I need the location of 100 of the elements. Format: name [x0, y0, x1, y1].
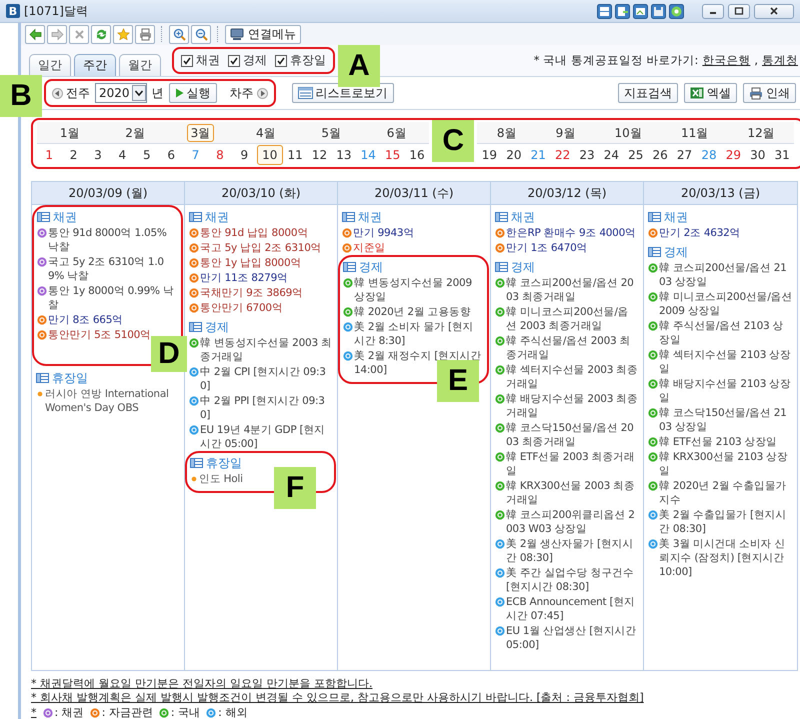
image-icon[interactable] — [633, 4, 648, 18]
day-link[interactable]: 9 — [232, 146, 257, 164]
checkbox[interactable] — [228, 54, 240, 66]
event-text[interactable]: 통안 1y 8000억 0.99% 낙찰 — [48, 284, 178, 312]
event-text[interactable]: 한은RP 환매수 9조 4000억 — [506, 226, 636, 240]
view-tab[interactable]: 월간 — [119, 54, 161, 76]
day-link[interactable]: 15 — [380, 146, 405, 164]
event-text[interactable]: 韓 섹터지수선물 2003 최종거래일 — [506, 363, 639, 391]
event-text[interactable]: 국고 5y 납입 2조 6310억 — [200, 241, 322, 255]
day-link[interactable]: 8 — [208, 146, 232, 164]
day-link[interactable]: 24 — [599, 146, 624, 164]
event-text[interactable]: 통안 91d 8000억 1.05% 낙찰 — [48, 226, 178, 254]
event-text[interactable]: 韓 코스피200선물/옵션 2003 최종거래일 — [506, 276, 639, 304]
event-text[interactable]: 韓 2020년 2월 고용동향 — [354, 305, 471, 319]
day-link[interactable]: 31 — [770, 146, 794, 164]
run-button[interactable]: 실행 — [168, 83, 217, 103]
day-link[interactable]: 20 — [502, 146, 526, 164]
save-icon[interactable] — [651, 4, 666, 18]
day-link[interactable]: 3 — [86, 146, 110, 164]
event-text[interactable]: 통안 91d 납입 8000억 — [200, 226, 308, 240]
list-view-button[interactable]: 리스트로보기 — [292, 83, 394, 103]
event-text[interactable]: 中 2월 PPI [현지시간 09:30] — [200, 394, 333, 422]
day-link[interactable]: 25 — [624, 146, 648, 164]
event-text[interactable]: 美 2월 소비자 물가 [현지시간 8:30] — [354, 320, 484, 348]
event-text[interactable]: 韓 KRX300선물 2003 최종거래일 — [506, 479, 639, 507]
month-link[interactable]: 9월 — [552, 124, 580, 142]
back-button[interactable] — [25, 24, 45, 44]
day-link[interactable]: 2 — [61, 146, 86, 164]
event-text[interactable]: 韓 변동성지수선물 2003 최종거래일 — [200, 336, 333, 364]
menu-button[interactable]: 연결메뉴 — [225, 24, 301, 44]
refresh-button[interactable] — [91, 24, 111, 44]
event-text[interactable]: 통안만기 5조 5100억 — [48, 328, 151, 342]
event-text[interactable]: EU 19년 4분기 GDP [현지시간 05:00] — [200, 423, 333, 451]
event-text[interactable]: 인도 Holi — [199, 472, 243, 486]
favorite-button[interactable] — [113, 24, 133, 44]
month-link[interactable]: 6월 — [382, 124, 410, 142]
event-text[interactable]: 韓 2020년 2월 수출입물가지수 — [659, 479, 793, 507]
day-link[interactable]: 16 — [404, 146, 430, 164]
event-text[interactable]: 美 2월 수출입물가 [현지시간 08:30] — [659, 508, 793, 536]
day-link[interactable]: 12 — [307, 146, 332, 164]
month-link[interactable]: 5월 — [317, 124, 345, 142]
checkbox[interactable] — [275, 54, 287, 66]
print-button[interactable] — [135, 24, 155, 44]
zoom-in-button[interactable] — [169, 24, 189, 44]
maximize-button[interactable] — [728, 4, 750, 18]
month-link[interactable]: 4월 — [252, 124, 280, 142]
month-link[interactable]: 8월 — [492, 124, 520, 142]
minimize-button[interactable] — [702, 4, 724, 18]
event-text[interactable]: 韓 배당지수선물 2103 상장일 — [659, 377, 793, 405]
day-link[interactable]: 6 — [158, 146, 184, 164]
day-link[interactable]: 1 — [37, 146, 62, 164]
view-tab[interactable]: 주간 — [74, 54, 116, 76]
event-text[interactable]: 韓 미니코스피200선물/옵션 2009 상장일 — [659, 290, 793, 318]
month-link[interactable]: 3월 — [186, 124, 214, 142]
event-text[interactable]: 만기 8조 665억 — [48, 313, 123, 327]
view-tab[interactable]: 일간 — [29, 54, 71, 76]
day-link[interactable]: 19 — [477, 146, 502, 164]
event-text[interactable]: 韓 변동성지수선물 2009 상장일 — [354, 276, 484, 304]
quick-link[interactable]: 한국은행 — [702, 53, 750, 68]
event-text[interactable]: 韓 ETF선물 2103 상장일 — [659, 435, 777, 449]
event-text[interactable]: 美 2월 생산자물가 [현지시간 08:30] — [506, 537, 639, 565]
event-text[interactable]: 韓 주식선물/옵션 2103 상장일 — [659, 319, 793, 347]
event-text[interactable]: 韓 KRX300선물 2103 상장일 — [659, 450, 793, 478]
event-text[interactable]: 韓 ETF선물 2003 최종거래일 — [506, 450, 639, 478]
day-link[interactable]: 4 — [110, 146, 135, 164]
event-text[interactable]: 韓 주식선물/옵션 2003 최종거래일 — [506, 334, 639, 362]
event-text[interactable]: 국채만기 9조 3869억 — [200, 286, 303, 300]
layout-icon[interactable] — [597, 4, 612, 18]
event-text[interactable]: 韓 코스닥150선물/옵션 2003 최종거래일 — [506, 421, 639, 449]
previous-week-button[interactable]: 전주 — [52, 84, 90, 102]
month-link[interactable]: 1월 — [56, 124, 84, 142]
day-link[interactable]: 13 — [332, 146, 356, 164]
event-text[interactable]: 韓 배당지수선물 2003 최종거래일 — [506, 392, 639, 420]
day-link[interactable]: 26 — [648, 146, 672, 164]
month-link[interactable]: 10월 — [610, 124, 646, 142]
dropdown-caret-icon[interactable] — [132, 85, 146, 101]
checkbox[interactable] — [181, 54, 193, 66]
event-text[interactable]: ECB Announcement [현지시간 07:45] — [506, 595, 639, 623]
day-link[interactable]: 22 — [550, 146, 575, 164]
event-text[interactable]: 만기 2조 4632억 — [659, 226, 740, 240]
day-link[interactable]: 11 — [282, 146, 308, 164]
close-button[interactable] — [754, 4, 794, 18]
year-select[interactable]: 2020 — [95, 83, 147, 103]
day-link[interactable]: 27 — [672, 146, 697, 164]
event-text[interactable]: 美 3월 미시건대 소비자 신뢰지수 (잠정치) [현지시간 10:00] — [659, 537, 793, 579]
event-text[interactable]: 만기 9943억 — [353, 226, 414, 240]
event-text[interactable]: 국고 5y 2조 6310억 1.09% 낙찰 — [48, 255, 178, 283]
print-button[interactable]: 인쇄 — [743, 83, 796, 103]
event-text[interactable]: 지준일 — [353, 241, 386, 255]
day-link[interactable]: 5 — [134, 146, 159, 164]
excel-button[interactable]: 엑셀 — [684, 83, 737, 103]
day-link[interactable]: 30 — [746, 146, 770, 164]
event-text[interactable]: 韓 섹터지수선물 2103 상장일 — [659, 348, 793, 376]
event-text[interactable]: 韓 코스피200선물/옵션 2103 상장일 — [659, 261, 793, 289]
indicator-search-button[interactable]: 지표검색 — [618, 83, 678, 103]
month-link[interactable]: 12월 — [743, 124, 779, 142]
zoom-out-button[interactable] — [191, 24, 211, 44]
event-text[interactable]: 통안 1y 납입 8000억 — [200, 256, 302, 270]
event-text[interactable]: 만기 11조 8279억 — [200, 271, 288, 285]
event-text[interactable]: 韓 미니코스피200선물/옵션 2003 최종거래일 — [506, 305, 639, 333]
